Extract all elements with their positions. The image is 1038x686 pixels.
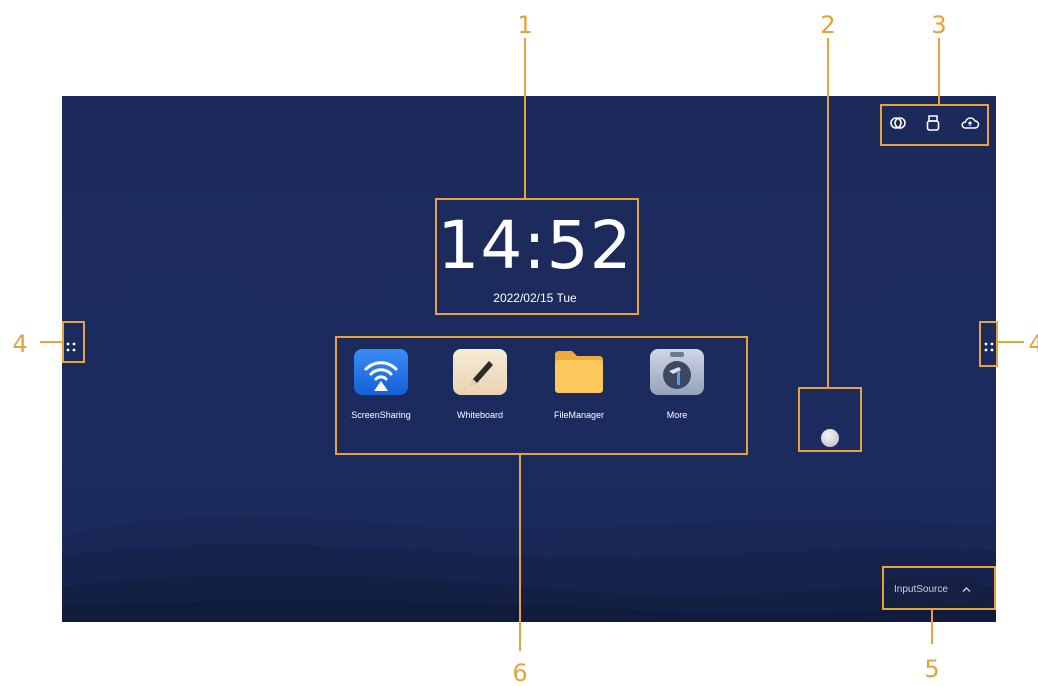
callout-number-3: 3 <box>931 11 947 39</box>
callout-number-2: 2 <box>820 11 836 39</box>
callout-box-status-icons <box>880 104 989 146</box>
callout-line-4-right <box>998 341 1024 343</box>
callout-box-floating-ball <box>798 387 862 452</box>
callout-line-5 <box>931 610 933 644</box>
callout-number-4-left: 4 <box>12 330 28 358</box>
callout-box-clock <box>435 198 639 315</box>
callout-line-4-left <box>40 341 62 343</box>
callout-line-6 <box>519 455 521 651</box>
callout-line-1 <box>524 38 526 198</box>
callout-box-input-source <box>882 566 996 610</box>
callout-box-right-handle <box>979 321 998 367</box>
callout-line-3 <box>938 38 940 104</box>
callout-box-apps <box>335 336 748 455</box>
callout-number-5: 5 <box>924 655 940 683</box>
callout-number-4-right: 4 <box>1028 330 1038 358</box>
callout-box-left-handle <box>62 321 85 363</box>
callout-number-6: 6 <box>512 659 528 686</box>
callout-number-1: 1 <box>517 11 533 39</box>
callout-line-2 <box>827 38 829 387</box>
